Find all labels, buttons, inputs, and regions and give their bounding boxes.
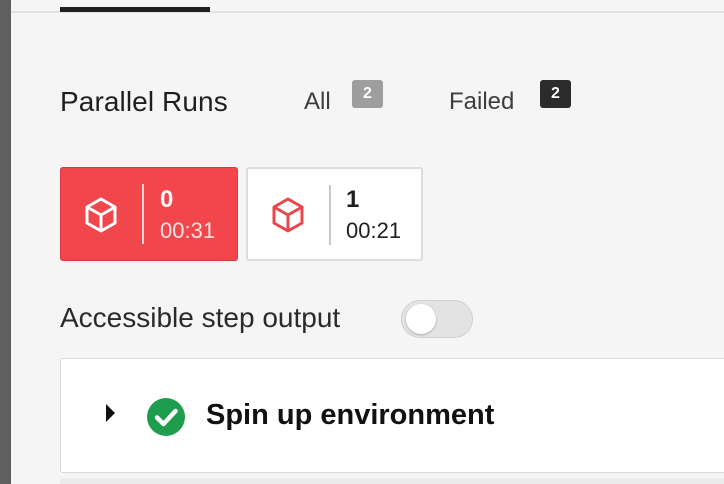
run-card-1[interactable]: 1 00:21 [246, 167, 423, 261]
accessible-output-toggle[interactable] [401, 300, 473, 338]
active-tab-indicator [60, 7, 210, 12]
toggle-knob [406, 304, 436, 334]
filter-tab-failed[interactable]: Failed [449, 88, 514, 116]
cube-icon [85, 197, 117, 233]
count-badge-all: 2 [352, 80, 383, 108]
left-rail [0, 0, 11, 484]
cube-icon [272, 197, 304, 233]
step-row[interactable]: Spin up environment [60, 358, 724, 473]
step-title: Spin up environment [206, 399, 495, 431]
run-card-0[interactable]: 0 00:31 [60, 167, 238, 261]
run-index: 0 [160, 186, 174, 213]
count-badge-failed: 2 [540, 80, 571, 108]
filter-tab-all[interactable]: All [304, 88, 331, 116]
expand-caret-icon[interactable] [106, 404, 115, 422]
run-duration: 00:31 [160, 218, 216, 243]
card-divider [142, 184, 144, 244]
card-divider [329, 185, 331, 245]
section-title: Parallel Runs [60, 86, 228, 117]
accessible-output-label: Accessible step output [60, 302, 341, 333]
next-step-edge [60, 478, 724, 484]
check-circle-icon [147, 398, 185, 436]
run-index: 1 [346, 186, 360, 213]
run-duration: 00:21 [346, 218, 402, 243]
